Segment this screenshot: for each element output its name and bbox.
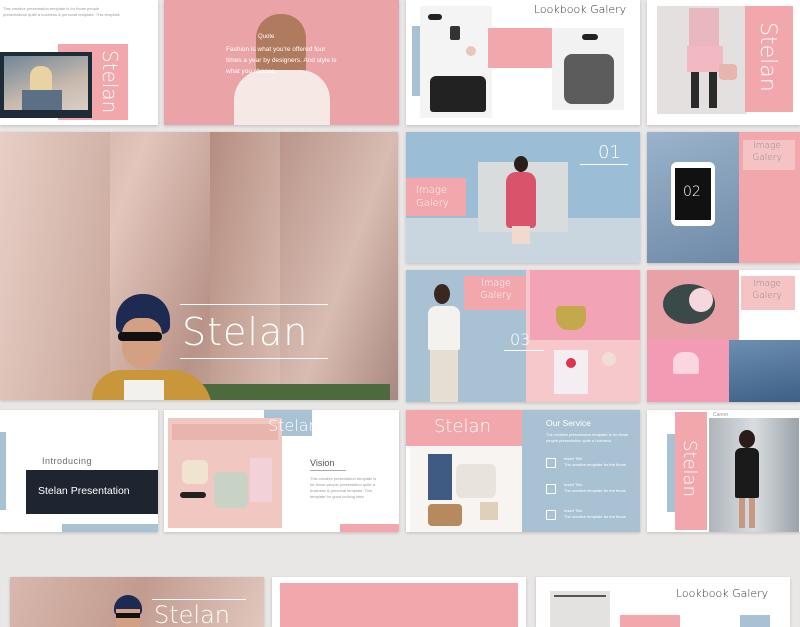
quote-text: Fashion is what you're offered four time… bbox=[226, 46, 337, 75]
slide-our-service[interactable]: Stelan Our Service The creative presenta… bbox=[406, 410, 640, 532]
model-face bbox=[122, 318, 162, 368]
service-item-text: The creative template for the those bbox=[564, 514, 626, 519]
gallery-title: Image Galery bbox=[480, 278, 512, 301]
pink-strip bbox=[340, 524, 399, 532]
slide-hero-preview[interactable]: Stelan bbox=[10, 577, 264, 627]
model-shirt bbox=[234, 70, 330, 125]
rack-bar bbox=[554, 595, 606, 597]
slide-image-galery-01[interactable]: Image Galery 01 bbox=[406, 132, 640, 263]
model-top bbox=[428, 306, 460, 350]
pink-panel bbox=[280, 583, 518, 627]
presentation-name: Stelan Presentation bbox=[38, 485, 130, 497]
service-item-text: The creative template for the those bbox=[564, 462, 626, 467]
clothes-photo bbox=[410, 446, 522, 532]
blue-strip bbox=[740, 615, 770, 627]
laptop-photo bbox=[0, 52, 92, 118]
fashion-photo bbox=[657, 6, 747, 114]
blue-panel bbox=[0, 432, 6, 510]
gallery-number: 02 bbox=[683, 184, 701, 200]
hero-title: Stelan bbox=[182, 310, 309, 354]
slide-body-text: This creative presentation template is f… bbox=[3, 6, 120, 17]
blue-strip bbox=[62, 524, 158, 532]
career-title: Stelan bbox=[679, 440, 700, 497]
service-title: Stelan bbox=[434, 416, 491, 437]
slide-quote[interactable]: Quote Fashion is what you're offered fou… bbox=[164, 0, 399, 125]
flower bbox=[566, 358, 576, 368]
gallery-number: 03 bbox=[510, 330, 531, 349]
slide-pink-preview[interactable] bbox=[272, 577, 526, 627]
elevator-photo bbox=[709, 418, 799, 532]
service-item-text: The creative template for the those bbox=[564, 488, 626, 493]
vision-title: Stelan bbox=[268, 416, 319, 435]
wall-panel bbox=[0, 132, 110, 400]
number-rule bbox=[504, 350, 544, 351]
number-rule bbox=[580, 164, 628, 165]
notebook bbox=[554, 350, 588, 394]
slide-intro-text[interactable]: This creative presentation template is f… bbox=[0, 0, 158, 125]
slide-introducing[interactable]: Introducing Stelan Presentation bbox=[0, 410, 158, 532]
slide-stelan-photo[interactable]: Stelan bbox=[647, 0, 800, 125]
model-head bbox=[514, 156, 528, 172]
lookbook-title: Lookbook Galery bbox=[676, 587, 769, 600]
model-face bbox=[116, 609, 140, 627]
vision-body: This creative presentation template is f… bbox=[310, 476, 377, 499]
slide-vision[interactable]: Stelan Vision This creative presentation… bbox=[164, 410, 399, 532]
blue-panel bbox=[667, 434, 675, 512]
model-dress bbox=[506, 172, 536, 228]
slide-vertical-title: Stelan bbox=[98, 50, 122, 114]
pink-panel bbox=[488, 28, 554, 68]
suitcase-photo bbox=[168, 418, 282, 528]
pink-scene bbox=[530, 270, 640, 340]
slide-image-galery-02[interactable]: 02 Image Galery bbox=[647, 132, 800, 263]
headphones bbox=[689, 288, 713, 312]
slide-image-galery[interactable]: Image Galery bbox=[647, 270, 800, 402]
service-intro: The creative presentation template is fo… bbox=[546, 432, 629, 443]
heading-rule bbox=[310, 470, 346, 471]
title-rule-top bbox=[152, 599, 246, 600]
monitor-icon bbox=[546, 510, 556, 520]
model-legs bbox=[512, 226, 530, 244]
model-shirt bbox=[124, 380, 164, 400]
quote-label: Quote bbox=[258, 34, 275, 40]
model-sunglasses bbox=[116, 613, 140, 618]
slide-lookbook[interactable]: Lookbook Galery bbox=[406, 0, 640, 125]
hero-title: Stelan bbox=[154, 601, 230, 627]
slide-vertical-title: Stelan bbox=[755, 22, 780, 92]
service-heading: Our Service bbox=[546, 418, 591, 428]
model-head bbox=[434, 284, 450, 304]
intro-label: Introducing bbox=[42, 456, 93, 466]
slide-lookbook-preview[interactable]: Lookbook Galery bbox=[536, 577, 790, 627]
title-rule-top bbox=[180, 304, 328, 305]
model-pants bbox=[430, 350, 458, 402]
slide-career[interactable]: Stelan Career bbox=[647, 410, 800, 532]
wall-panel bbox=[210, 132, 280, 400]
tshirt-icon bbox=[546, 458, 556, 468]
bucket bbox=[556, 306, 586, 330]
pink-strip bbox=[620, 615, 680, 627]
accessories-photo bbox=[420, 6, 492, 118]
title-rule-bottom bbox=[180, 358, 328, 359]
gallery-title: Image Galery bbox=[416, 185, 449, 209]
gallery-title: Image Galery bbox=[752, 279, 782, 301]
sweater-photo bbox=[552, 28, 624, 110]
model-sunglasses bbox=[118, 332, 162, 341]
powder bbox=[602, 352, 616, 366]
jeans-photo bbox=[729, 340, 800, 402]
slide-image-galery-03[interactable]: Image Galery 03 bbox=[406, 270, 640, 402]
slide-hero[interactable]: Stelan bbox=[0, 132, 398, 400]
lookbook-title: Lookbook Galery bbox=[534, 3, 627, 16]
gallery-number: 01 bbox=[598, 142, 621, 163]
chair bbox=[673, 352, 699, 374]
camera-icon bbox=[546, 484, 556, 494]
vision-heading: Vision bbox=[310, 458, 335, 468]
gallery-title: Image Galery bbox=[752, 141, 782, 163]
